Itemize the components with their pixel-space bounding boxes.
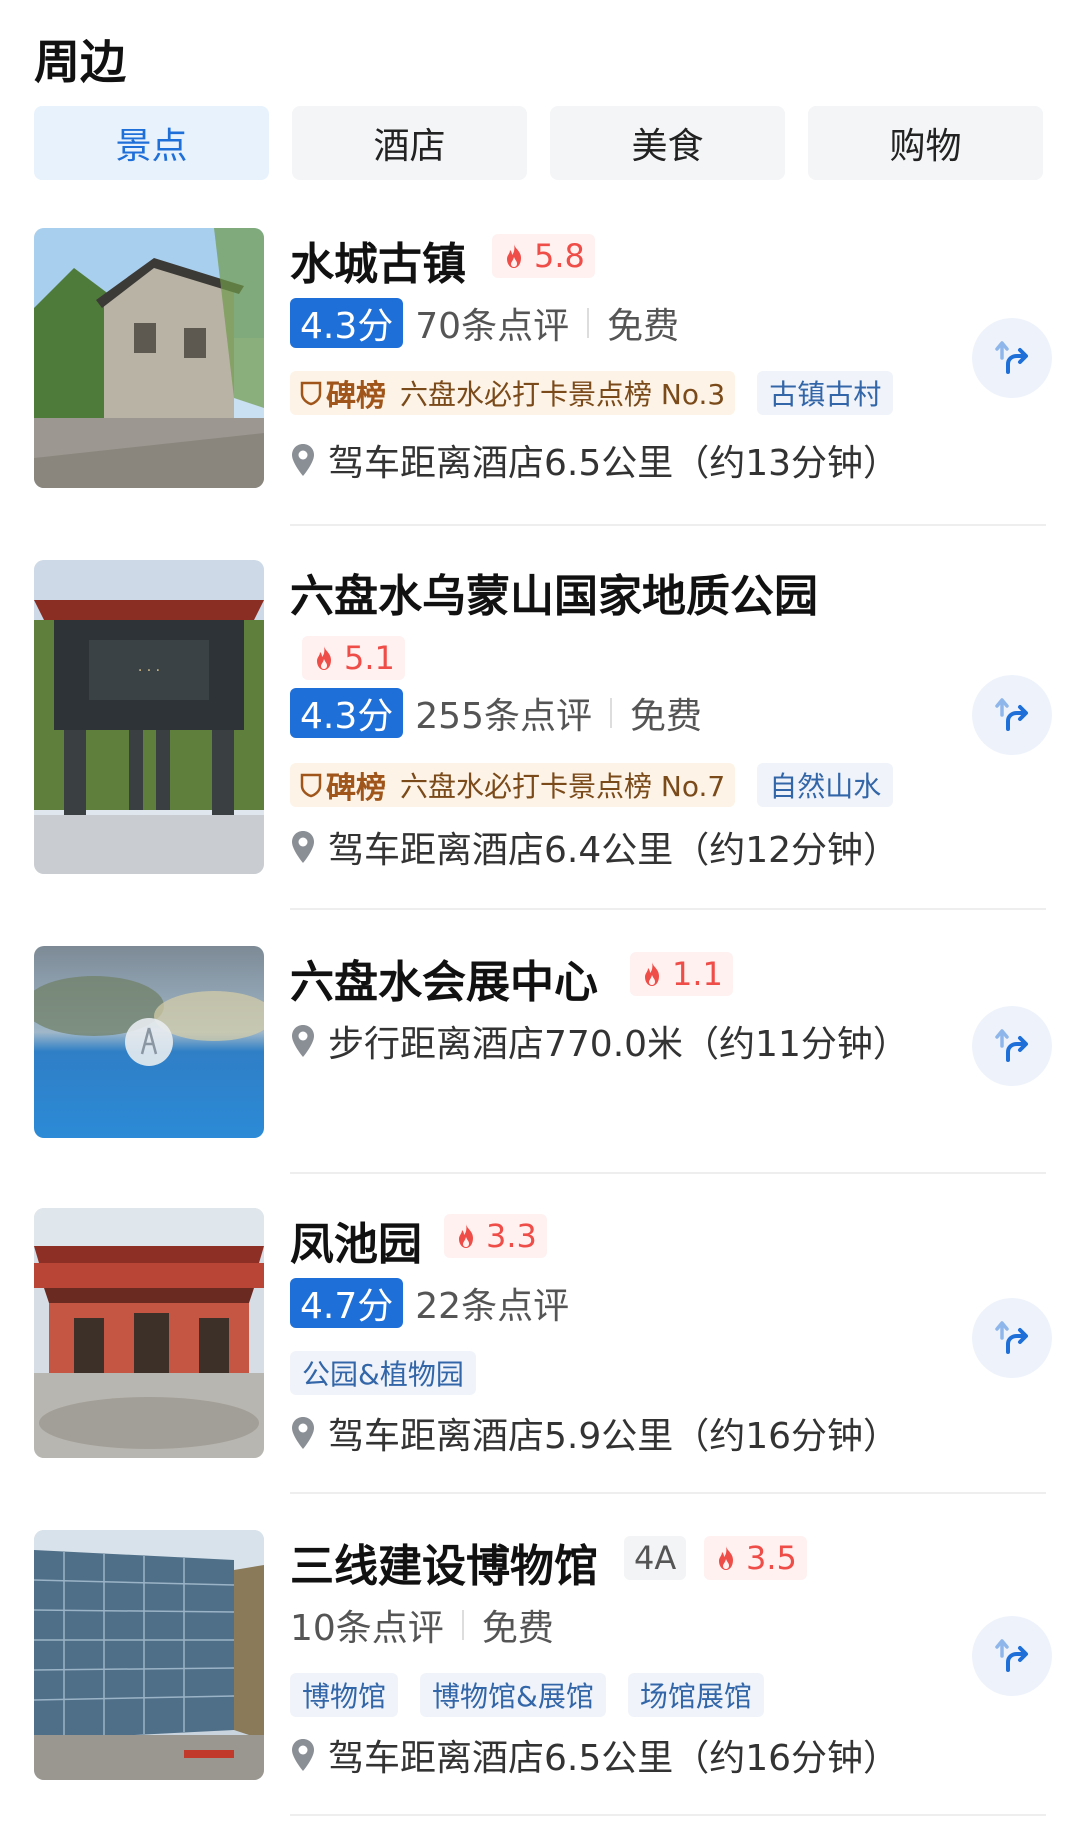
category-tag: 古镇古村 [757,371,894,415]
price-label: 免费 [481,1608,554,1649]
rating-row: 10条点评 免费 [290,1600,554,1650]
grade-badge: 4A [624,1536,687,1580]
category-tag: 博物馆&展馆 [420,1673,606,1717]
rating-row: 4.7分 22条点评 [290,1278,569,1328]
location-pin-icon [290,1416,316,1450]
ranking-badge[interactable]: 碑榜 六盘水必打卡景点榜 No.7 [290,763,736,807]
poi-thumbnail[interactable] [34,1208,264,1458]
distance-row: 驾车距离酒店6.5公里（约13分钟） [290,435,899,485]
distance-text: 驾车距离酒店6.5公里（约16分钟） [328,1738,900,1779]
poi-name[interactable]: 六盘水会展中心 [290,946,598,1010]
poi-thumbnail[interactable] [34,228,264,488]
tag-row: 碑榜 六盘水必打卡景点榜 No.7 自然山水 [290,763,915,807]
divider [290,908,1046,910]
rating-row: 4.3分 70条点评 免费 [290,298,679,348]
flame-icon [502,243,526,269]
score-badge: 4.7分 [290,1278,404,1328]
ranking-shield-icon [300,772,322,798]
heat-badge: 5.8 [492,234,595,278]
section-title: 周边 [34,35,126,89]
heat-value: 5.8 [534,237,585,275]
heat-badge: 1.1 [630,952,733,996]
heat-value: 3.3 [486,1217,537,1255]
heat-badge: 3.5 [704,1536,807,1580]
review-count[interactable]: 22条点评 [415,1277,569,1329]
score-badge: 4.3分 [290,298,404,348]
location-pin-icon [290,830,316,864]
distance-row: 驾车距离酒店6.5公里（约16分钟） [290,1730,899,1780]
route-arrow-icon [992,338,1032,378]
category-tag: 公园&植物园 [290,1351,476,1395]
review-count[interactable]: 70条点评 [415,297,569,349]
category-tag: 博物馆 [290,1673,399,1717]
poi-thumbnail[interactable] [34,946,264,1138]
distance-row: 步行距离酒店770.0米（约11分钟） [290,1016,909,1066]
separator [609,698,612,728]
ranking-badge[interactable]: 碑榜 六盘水必打卡景点榜 No.3 [290,371,736,415]
heat-value: 1.1 [672,955,723,993]
category-tag: 场馆展馆 [627,1673,764,1717]
ranking-brand: 碑榜 [326,771,386,806]
tag-row: 博物馆 博物馆&展馆 场馆展馆 [290,1673,786,1717]
location-pin-icon [290,1738,316,1772]
svg-text:· · ·: · · · [138,663,160,679]
flame-icon [312,645,336,671]
route-button[interactable] [972,1616,1052,1696]
divider [290,1172,1046,1174]
location-pin-icon [290,443,316,477]
separator [461,1610,464,1640]
poi-name[interactable]: 凤池园 [290,1208,422,1272]
divider [290,1492,1046,1494]
review-count[interactable]: 255条点评 [415,687,592,739]
flame-icon [714,1545,738,1571]
tab-food[interactable]: 美食 [550,106,785,180]
route-button[interactable] [972,318,1052,398]
poi-name[interactable]: 水城古镇 [290,228,466,292]
tab-shopping[interactable]: 购物 [808,106,1043,180]
rating-row: 4.3分 255条点评 免费 [290,688,702,738]
price-label: 免费 [607,306,680,347]
poi-thumbnail[interactable]: · · · [34,560,264,874]
tag-row: 公园&植物园 [290,1351,498,1395]
route-button[interactable] [972,675,1052,755]
ranking-shield-icon [300,380,322,406]
price-label: 免费 [629,696,702,737]
category-tabs: 景点 酒店 美食 购物 [34,106,1046,180]
distance-text: 驾车距离酒店6.5公里（约13分钟） [328,443,900,484]
distance-row: 驾车距离酒店6.4公里（约12分钟） [290,822,899,872]
tab-hotel[interactable]: 酒店 [292,106,527,180]
route-arrow-icon [992,695,1032,735]
heat-value: 5.1 [344,639,395,677]
review-count[interactable]: 10条点评 [290,1599,444,1651]
poi-name[interactable]: 六盘水乌蒙山国家地质公园 [290,560,818,624]
heat-value: 3.5 [746,1539,797,1577]
score-badge: 4.3分 [290,688,404,738]
separator [587,308,590,338]
flame-icon [640,961,664,987]
tag-row: 碑榜 六盘水必打卡景点榜 No.3 古镇古村 [290,371,915,415]
route-button[interactable] [972,1298,1052,1378]
ranking-text: 六盘水必打卡景点榜 No.3 [400,378,726,411]
divider [290,1814,1046,1816]
flame-icon [454,1223,478,1249]
tab-scenic[interactable]: 景点 [34,106,269,180]
ranking-brand: 碑榜 [326,379,386,414]
category-tag: 自然山水 [757,763,894,807]
route-arrow-icon [992,1636,1032,1676]
route-button[interactable] [972,1006,1052,1086]
distance-text: 驾车距离酒店5.9公里（约16分钟） [328,1416,900,1457]
heat-badge: 3.3 [444,1214,547,1258]
heat-badge: 5.1 [302,636,405,680]
poi-name[interactable]: 三线建设博物馆 [290,1530,598,1594]
distance-row: 驾车距离酒店5.9公里（约16分钟） [290,1408,899,1458]
distance-text: 步行距离酒店770.0米（约11分钟） [328,1024,909,1065]
location-pin-icon [290,1024,316,1058]
route-arrow-icon [992,1318,1032,1358]
route-arrow-icon [992,1026,1032,1066]
distance-text: 驾车距离酒店6.4公里（约12分钟） [328,830,900,871]
ranking-text: 六盘水必打卡景点榜 No.7 [400,770,726,803]
poi-thumbnail[interactable] [34,1530,264,1780]
divider [290,524,1046,526]
